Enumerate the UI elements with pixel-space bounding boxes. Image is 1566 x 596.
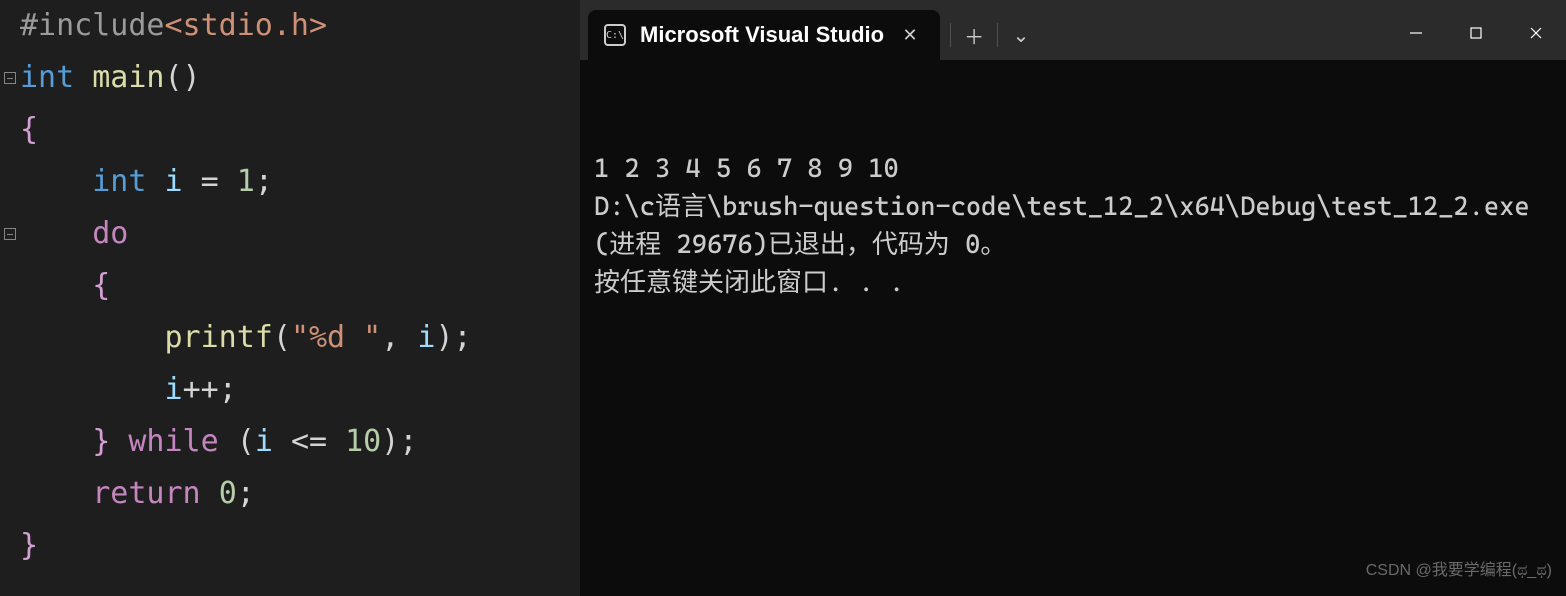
code-token: #include	[20, 0, 165, 52]
code-token: ;	[255, 156, 273, 208]
terminal-titlebar: C:\ Microsoft Visual Studio ✕ ＋ ⌄	[580, 0, 1566, 60]
terminal-pane: C:\ Microsoft Visual Studio ✕ ＋ ⌄	[580, 0, 1566, 596]
code-token: "%d "	[291, 312, 381, 364]
code-line[interactable]: } while (i <= 10);	[20, 416, 580, 468]
code-token	[201, 468, 219, 520]
terminal-line: 按任意键关闭此窗口. . .	[594, 264, 1552, 302]
code-token	[20, 260, 92, 312]
code-token	[110, 416, 128, 468]
code-token: int	[20, 52, 74, 104]
code-token: return	[92, 468, 200, 520]
code-token: i	[165, 364, 183, 416]
code-token: ;	[454, 312, 472, 364]
app-container: #include<stdio.h>int main(){ int i = 1; …	[0, 0, 1566, 596]
code-token	[183, 156, 201, 208]
terminal-tab-title: Microsoft Visual Studio	[640, 22, 884, 48]
code-line[interactable]: int main()	[20, 52, 580, 104]
code-line[interactable]: do	[20, 208, 580, 260]
code-token: ;	[219, 364, 237, 416]
code-line[interactable]: i++;	[20, 364, 580, 416]
close-icon	[1529, 26, 1543, 40]
code-line[interactable]: #include<stdio.h>	[20, 0, 580, 52]
code-token: )	[381, 416, 399, 468]
code-line[interactable]: printf("%d ", i);	[20, 312, 580, 364]
code-token: 0	[219, 468, 237, 520]
code-token	[20, 312, 165, 364]
code-token	[20, 416, 92, 468]
code-token: 10	[345, 416, 381, 468]
code-token: (	[273, 312, 291, 364]
tab-dropdown-button[interactable]: ⌄	[998, 15, 1044, 55]
window-controls	[1386, 10, 1566, 60]
code-token: ,	[381, 312, 417, 364]
code-token: (	[237, 416, 255, 468]
code-token: }	[92, 416, 110, 468]
tab-actions: ＋ ⌄	[940, 10, 1054, 60]
code-line[interactable]: }	[20, 520, 580, 572]
code-line[interactable]: return 0;	[20, 468, 580, 520]
code-token: <=	[291, 416, 327, 468]
code-token	[20, 468, 92, 520]
code-token	[20, 364, 165, 416]
code-token: ;	[399, 416, 417, 468]
code-token: =	[201, 156, 219, 208]
code-token: 1	[237, 156, 255, 208]
code-token	[273, 416, 291, 468]
code-line[interactable]: {	[20, 260, 580, 312]
code-token: while	[128, 416, 218, 468]
code-token: ;	[237, 468, 255, 520]
code-token: {	[20, 104, 38, 156]
code-token: )	[435, 312, 453, 364]
code-token: int	[92, 156, 146, 208]
code-token: {	[92, 260, 110, 312]
code-token: main	[92, 52, 164, 104]
maximize-button[interactable]	[1446, 10, 1506, 56]
close-window-button[interactable]	[1506, 10, 1566, 56]
fold-toggle[interactable]	[4, 72, 16, 84]
terminal-tab[interactable]: C:\ Microsoft Visual Studio ✕	[588, 10, 940, 60]
code-token	[20, 156, 92, 208]
code-token: i	[417, 312, 435, 364]
maximize-icon	[1469, 26, 1483, 40]
terminal-icon: C:\	[604, 24, 626, 46]
terminal-line: D:\c语言\brush-question-code\test_12_2\x64…	[594, 188, 1552, 264]
code-token: <stdio.h>	[165, 0, 328, 52]
code-token	[74, 52, 92, 104]
code-token: ++	[183, 364, 219, 416]
minimize-icon	[1409, 26, 1423, 40]
code-token: }	[20, 520, 38, 572]
fold-toggle[interactable]	[4, 228, 16, 240]
code-token: ()	[165, 52, 201, 104]
code-token: printf	[165, 312, 273, 364]
code-token	[327, 416, 345, 468]
tab-close-button[interactable]: ✕	[898, 23, 922, 47]
code-token	[146, 156, 164, 208]
code-line[interactable]: {	[20, 104, 580, 156]
terminal-output[interactable]: 1 2 3 4 5 6 7 8 9 10D:\c语言\brush-questio…	[580, 60, 1566, 596]
code-token: i	[255, 416, 273, 468]
code-token	[20, 208, 92, 260]
terminal-line: 1 2 3 4 5 6 7 8 9 10	[594, 150, 1552, 188]
code-token: do	[92, 208, 128, 260]
code-token	[219, 416, 237, 468]
code-area[interactable]: #include<stdio.h>int main(){ int i = 1; …	[20, 0, 580, 572]
editor-gutter	[0, 0, 18, 596]
new-tab-button[interactable]: ＋	[951, 15, 997, 55]
code-editor-pane[interactable]: #include<stdio.h>int main(){ int i = 1; …	[0, 0, 580, 596]
code-token	[219, 156, 237, 208]
code-token: i	[165, 156, 183, 208]
minimize-button[interactable]	[1386, 10, 1446, 56]
watermark: CSDN @我要学编程(ಥ_ಥ)	[1366, 552, 1552, 590]
code-line[interactable]: int i = 1;	[20, 156, 580, 208]
